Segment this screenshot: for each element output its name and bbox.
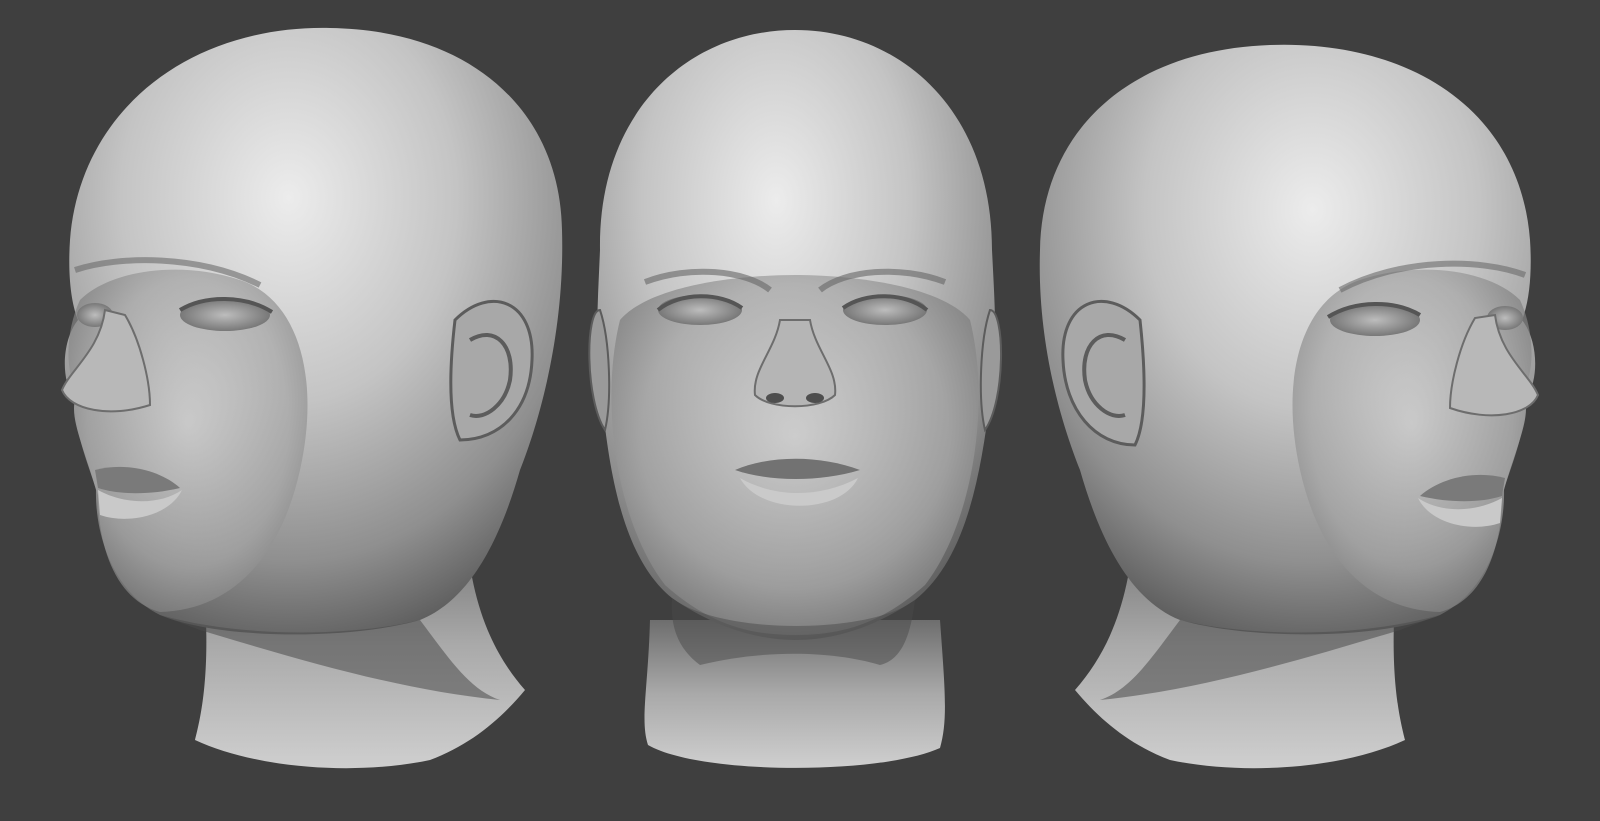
head-three-quarter-left <box>60 27 563 769</box>
sculpt-render <box>60 27 1540 769</box>
render-viewport <box>0 0 1600 821</box>
head-front <box>588 30 1002 768</box>
head-three-quarter-right <box>1039 44 1540 769</box>
